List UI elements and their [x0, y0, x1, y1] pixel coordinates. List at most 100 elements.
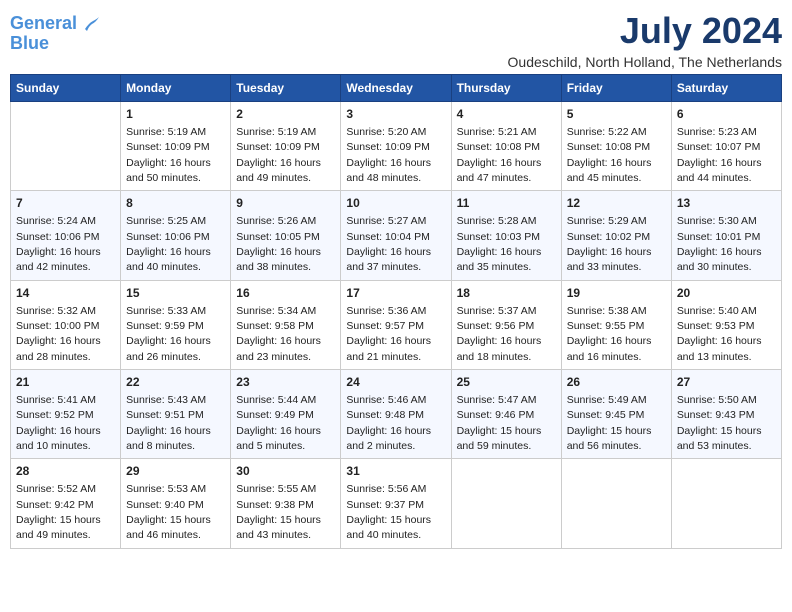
day-info: Sunrise: 5:56 AM Sunset: 9:37 PM Dayligh…: [346, 483, 431, 541]
day-info: Sunrise: 5:27 AM Sunset: 10:04 PM Daylig…: [346, 215, 431, 273]
header-cell-thursday: Thursday: [451, 75, 561, 102]
day-info: Sunrise: 5:22 AM Sunset: 10:08 PM Daylig…: [567, 126, 652, 184]
day-info: Sunrise: 5:19 AM Sunset: 10:09 PM Daylig…: [126, 126, 211, 184]
logo-text: General: [10, 14, 101, 34]
day-number: 14: [16, 285, 115, 302]
day-number: 3: [346, 106, 445, 123]
day-info: Sunrise: 5:37 AM Sunset: 9:56 PM Dayligh…: [457, 305, 542, 363]
day-number: 20: [677, 285, 776, 302]
day-cell: 5 Sunrise: 5:22 AM Sunset: 10:08 PM Dayli…: [561, 102, 671, 191]
day-cell: 17 Sunrise: 5:36 AM Sunset: 9:57 PM Dayli…: [341, 280, 451, 369]
day-number: 30: [236, 463, 335, 480]
day-cell: 10Sunrise: 5:27 AM Sunset: 10:04 PM Dayl…: [341, 191, 451, 280]
day-number: 29: [126, 463, 225, 480]
day-cell: 8 Sunrise: 5:25 AM Sunset: 10:06 PM Dayli…: [121, 191, 231, 280]
day-cell: 16Sunrise: 5:34 AM Sunset: 9:58 PM Dayli…: [231, 280, 341, 369]
day-number: 12: [567, 195, 666, 212]
header-cell-tuesday: Tuesday: [231, 75, 341, 102]
day-info: Sunrise: 5:20 AM Sunset: 10:09 PM Daylig…: [346, 126, 431, 184]
day-cell: 21 Sunrise: 5:41 AM Sunset: 9:52 PM Dayli…: [11, 370, 121, 459]
day-info: Sunrise: 5:40 AM Sunset: 9:53 PM Dayligh…: [677, 305, 762, 363]
day-number: 2: [236, 106, 335, 123]
day-info: Sunrise: 5:21 AM Sunset: 10:08 PM Daylig…: [457, 126, 542, 184]
day-cell: [11, 102, 121, 191]
day-cell: 3 Sunrise: 5:20 AM Sunset: 10:09 PM Dayli…: [341, 102, 451, 191]
title-block: July 2024 Oudeschild, North Holland, The…: [508, 10, 782, 70]
day-number: 26: [567, 374, 666, 391]
day-cell: 31 Sunrise: 5:56 AM Sunset: 9:37 PM Dayli…: [341, 459, 451, 548]
day-info: Sunrise: 5:50 AM Sunset: 9:43 PM Dayligh…: [677, 394, 762, 452]
logo: General Blue: [10, 14, 101, 54]
day-number: 25: [457, 374, 556, 391]
day-cell: 13Sunrise: 5:30 AM Sunset: 10:01 PM Dayl…: [671, 191, 781, 280]
day-cell: 9Sunrise: 5:26 AM Sunset: 10:05 PM Dayli…: [231, 191, 341, 280]
day-cell: 15 Sunrise: 5:33 AM Sunset: 9:59 PM Dayli…: [121, 280, 231, 369]
day-cell: 7 Sunrise: 5:24 AM Sunset: 10:06 PM Dayli…: [11, 191, 121, 280]
day-cell: 20 Sunrise: 5:40 AM Sunset: 9:53 PM Dayli…: [671, 280, 781, 369]
day-cell: 22Sunrise: 5:43 AM Sunset: 9:51 PM Dayli…: [121, 370, 231, 459]
header-cell-sunday: Sunday: [11, 75, 121, 102]
logo-blue-text: Blue: [10, 34, 49, 54]
day-number: 27: [677, 374, 776, 391]
day-cell: 2 Sunrise: 5:19 AM Sunset: 10:09 PM Dayli…: [231, 102, 341, 191]
day-cell: [451, 459, 561, 548]
header-cell-wednesday: Wednesday: [341, 75, 451, 102]
day-cell: 26Sunrise: 5:49 AM Sunset: 9:45 PM Dayli…: [561, 370, 671, 459]
day-info: Sunrise: 5:24 AM Sunset: 10:06 PM Daylig…: [16, 215, 101, 273]
day-info: Sunrise: 5:32 AM Sunset: 10:00 PM Daylig…: [16, 305, 101, 363]
day-info: Sunrise: 5:44 AM Sunset: 9:49 PM Dayligh…: [236, 394, 321, 452]
day-info: Sunrise: 5:38 AM Sunset: 9:55 PM Dayligh…: [567, 305, 652, 363]
day-info: Sunrise: 5:41 AM Sunset: 9:52 PM Dayligh…: [16, 394, 101, 452]
day-cell: 18 Sunrise: 5:37 AM Sunset: 9:56 PM Dayli…: [451, 280, 561, 369]
week-row-1: 1Sunrise: 5:19 AM Sunset: 10:09 PM Dayli…: [11, 102, 782, 191]
day-info: Sunrise: 5:36 AM Sunset: 9:57 PM Dayligh…: [346, 305, 431, 363]
day-number: 6: [677, 106, 776, 123]
day-number: 8: [126, 195, 225, 212]
calendar-header-row: SundayMondayTuesdayWednesdayThursdayFrid…: [11, 75, 782, 102]
calendar-body: 1Sunrise: 5:19 AM Sunset: 10:09 PM Dayli…: [11, 102, 782, 549]
day-number: 15: [126, 285, 225, 302]
day-cell: 30Sunrise: 5:55 AM Sunset: 9:38 PM Dayli…: [231, 459, 341, 548]
day-cell: 14 Sunrise: 5:32 AM Sunset: 10:00 PM Dayl…: [11, 280, 121, 369]
day-number: 23: [236, 374, 335, 391]
day-info: Sunrise: 5:52 AM Sunset: 9:42 PM Dayligh…: [16, 483, 101, 541]
day-info: Sunrise: 5:26 AM Sunset: 10:05 PM Daylig…: [236, 215, 321, 273]
day-cell: [671, 459, 781, 548]
day-info: Sunrise: 5:43 AM Sunset: 9:51 PM Dayligh…: [126, 394, 211, 452]
day-number: 4: [457, 106, 556, 123]
day-number: 7: [16, 195, 115, 212]
day-number: 31: [346, 463, 445, 480]
day-info: Sunrise: 5:53 AM Sunset: 9:40 PM Dayligh…: [126, 483, 211, 541]
day-info: Sunrise: 5:34 AM Sunset: 9:58 PM Dayligh…: [236, 305, 321, 363]
day-number: 5: [567, 106, 666, 123]
day-info: Sunrise: 5:46 AM Sunset: 9:48 PM Dayligh…: [346, 394, 431, 452]
day-number: 24: [346, 374, 445, 391]
day-cell: 29 Sunrise: 5:53 AM Sunset: 9:40 PM Dayli…: [121, 459, 231, 548]
logo-bird-icon: [83, 15, 101, 33]
day-number: 21: [16, 374, 115, 391]
day-info: Sunrise: 5:25 AM Sunset: 10:06 PM Daylig…: [126, 215, 211, 273]
day-cell: 1Sunrise: 5:19 AM Sunset: 10:09 PM Dayli…: [121, 102, 231, 191]
day-info: Sunrise: 5:19 AM Sunset: 10:09 PM Daylig…: [236, 126, 321, 184]
header-cell-friday: Friday: [561, 75, 671, 102]
day-cell: 19Sunrise: 5:38 AM Sunset: 9:55 PM Dayli…: [561, 280, 671, 369]
calendar-table: SundayMondayTuesdayWednesdayThursdayFrid…: [10, 74, 782, 549]
week-row-2: 7 Sunrise: 5:24 AM Sunset: 10:06 PM Dayli…: [11, 191, 782, 280]
day-cell: 12Sunrise: 5:29 AM Sunset: 10:02 PM Dayl…: [561, 191, 671, 280]
week-row-5: 28Sunrise: 5:52 AM Sunset: 9:42 PM Dayli…: [11, 459, 782, 548]
day-cell: 23 Sunrise: 5:44 AM Sunset: 9:49 PM Dayli…: [231, 370, 341, 459]
day-info: Sunrise: 5:28 AM Sunset: 10:03 PM Daylig…: [457, 215, 542, 273]
day-cell: [561, 459, 671, 548]
day-cell: 6Sunrise: 5:23 AM Sunset: 10:07 PM Dayli…: [671, 102, 781, 191]
page-header: General Blue July 2024 Oudeschild, North…: [10, 10, 782, 70]
header-cell-monday: Monday: [121, 75, 231, 102]
day-number: 18: [457, 285, 556, 302]
day-cell: 27 Sunrise: 5:50 AM Sunset: 9:43 PM Dayli…: [671, 370, 781, 459]
header-cell-saturday: Saturday: [671, 75, 781, 102]
day-info: Sunrise: 5:30 AM Sunset: 10:01 PM Daylig…: [677, 215, 762, 273]
day-info: Sunrise: 5:33 AM Sunset: 9:59 PM Dayligh…: [126, 305, 211, 363]
day-cell: 11Sunrise: 5:28 AM Sunset: 10:03 PM Dayl…: [451, 191, 561, 280]
day-cell: 25Sunrise: 5:47 AM Sunset: 9:46 PM Dayli…: [451, 370, 561, 459]
day-number: 17: [346, 285, 445, 302]
month-title: July 2024: [508, 10, 782, 52]
